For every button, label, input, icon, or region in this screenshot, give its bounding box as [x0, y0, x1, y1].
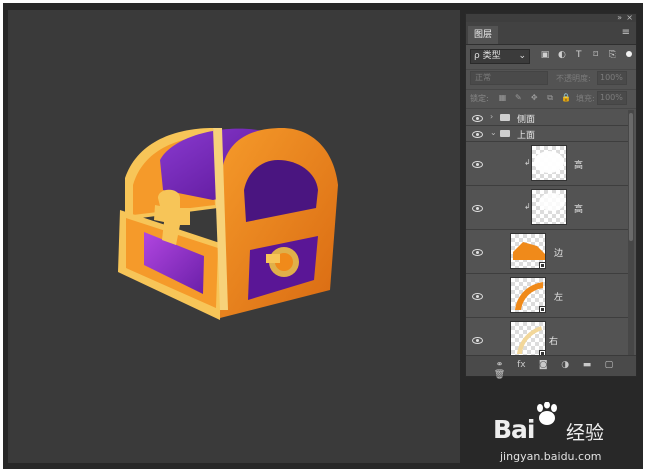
panel-topbar: » × — [466, 13, 636, 22]
eye-icon[interactable] — [472, 114, 483, 122]
panel-bottom-bar: ⚭ fx ◙ ◑ ▬ ▢ 🗑 — [466, 355, 636, 380]
layer-thumbnail — [511, 322, 546, 357]
lock-transparent-icon[interactable]: ▦ — [496, 93, 509, 102]
new-layer-icon[interactable]: ▢ — [599, 360, 618, 370]
layer-mask-icon — [539, 306, 546, 313]
clipping-mask-icon: ↲ — [524, 158, 531, 167]
layer-group-row[interactable]: › 侧面 — [466, 110, 628, 126]
tab-layers[interactable]: 图层 — [468, 26, 499, 44]
layer-group-row[interactable]: ⌄ 上面 — [466, 126, 628, 142]
document-canvas[interactable] — [8, 10, 460, 463]
layer-row[interactable]: ↲ 高 — [466, 142, 628, 186]
white-glow-thumbnail-art — [539, 193, 565, 211]
lock-artboard-icon[interactable]: ⧉ — [544, 93, 557, 103]
layer-name: 边 — [554, 249, 564, 259]
watermark-brand: Bai — [493, 415, 535, 444]
collapse-icon[interactable]: » — [617, 13, 622, 22]
layer-row[interactable]: 左 — [466, 274, 628, 318]
lock-icons: ▦ ✎ ✥ ⧉ 🔒 — [496, 93, 573, 103]
image-filter-icon[interactable]: ▣ — [538, 50, 552, 60]
layer-name: 高 — [574, 205, 584, 215]
chevron-down-icon[interactable]: ⌄ — [490, 128, 497, 137]
layers-scrollbar[interactable] — [628, 110, 634, 356]
fx-icon[interactable]: fx — [512, 360, 531, 370]
blend-mode-select[interactable]: 正常 — [470, 71, 548, 85]
add-mask-icon[interactable]: ◙ — [534, 360, 553, 370]
folder-icon — [500, 130, 510, 137]
layers-panel: » × 图层 ≡ ρ 类型 ⌄ ▣ ◐ T ⌑ ⎘ 正常 不透明度: 100% — [465, 13, 637, 380]
opacity-field[interactable]: 100% — [597, 71, 627, 85]
watermark-url: jingyan.baidu.com — [500, 450, 602, 463]
treasure-chest-artwork — [118, 128, 338, 320]
clipping-mask-icon: ↲ — [524, 202, 531, 211]
close-x-icon[interactable]: × — [626, 13, 633, 22]
bottom-icons: ⚭ fx ◙ ◑ ▬ ▢ 🗑 — [490, 360, 636, 380]
smart-object-filter-icon[interactable]: ⎘ — [606, 50, 620, 60]
fill-field[interactable]: 100% — [597, 91, 627, 105]
layer-mask-icon — [539, 262, 546, 269]
fill-label: 填充: — [576, 94, 595, 103]
white-glow-thumbnail-art — [534, 151, 564, 173]
eye-icon[interactable] — [472, 130, 483, 138]
baidu-paw-logo — [537, 402, 557, 425]
layer-thumbnail — [532, 190, 566, 224]
eye-icon[interactable] — [472, 204, 483, 212]
opacity-label: 不透明度: — [556, 74, 591, 83]
layer-name: 上面 — [517, 131, 536, 141]
layer-thumbnail — [511, 234, 546, 269]
filter-row: ρ 类型 ⌄ ▣ ◐ T ⌑ ⎘ — [466, 47, 636, 67]
eye-icon[interactable] — [472, 248, 483, 256]
link-layers-icon[interactable]: ⚭ — [490, 360, 509, 370]
watermark-brand-cn: 经验 — [566, 422, 605, 444]
lock-label: 锁定: — [470, 94, 489, 103]
layer-row[interactable]: 边 — [466, 230, 628, 274]
filter-toggle-icon[interactable] — [626, 51, 632, 57]
eye-icon[interactable] — [472, 160, 483, 168]
folder-icon — [500, 114, 510, 121]
layers-list: › 侧面 ⌄ 上面 ↲ 高 ↲ 高 边 左 右 — [466, 110, 628, 362]
lock-row: 锁定: ▦ ✎ ✥ ⧉ 🔒 填充: 100% — [466, 89, 636, 109]
lock-move-icon[interactable]: ✥ — [528, 93, 541, 102]
layer-name: 侧面 — [517, 115, 536, 125]
layer-thumbnail — [511, 278, 546, 313]
new-adjustment-icon[interactable]: ◑ — [556, 360, 575, 370]
panel-header: 图层 ≡ — [466, 22, 636, 45]
panel-menu-icon[interactable]: ≡ — [622, 27, 630, 38]
delete-icon[interactable]: 🗑 — [490, 370, 509, 380]
adjustment-filter-icon[interactable]: ◐ — [555, 50, 569, 60]
layer-thumbnail — [532, 146, 566, 180]
layer-name: 右 — [549, 337, 559, 347]
eye-icon[interactable] — [472, 336, 483, 344]
layer-name: 高 — [574, 161, 584, 171]
eye-icon[interactable] — [472, 292, 483, 300]
layer-row[interactable]: ↲ 高 — [466, 186, 628, 230]
shape-filter-icon[interactable]: ⌑ — [589, 50, 603, 60]
app-frame: » × 图层 ≡ ρ 类型 ⌄ ▣ ◐ T ⌑ ⎘ 正常 不透明度: 100% — [3, 3, 643, 469]
type-filter-icon[interactable]: T — [572, 50, 586, 60]
lock-all-icon[interactable]: 🔒 — [560, 93, 573, 102]
filter-type-select[interactable]: ρ 类型 ⌄ — [470, 49, 530, 64]
filter-type-label: ρ 类型 — [474, 51, 501, 61]
scroll-thumb[interactable] — [629, 113, 633, 241]
new-group-icon[interactable]: ▬ — [578, 360, 597, 370]
chevron-down-icon: ⌄ — [518, 51, 526, 61]
filter-icons: ▣ ◐ T ⌑ ⎘ — [538, 50, 620, 60]
lock-paint-icon[interactable]: ✎ — [512, 93, 525, 102]
blend-row: 正常 不透明度: 100% — [466, 69, 636, 88]
chevron-right-icon[interactable]: › — [490, 112, 493, 121]
layer-name: 左 — [554, 293, 564, 303]
